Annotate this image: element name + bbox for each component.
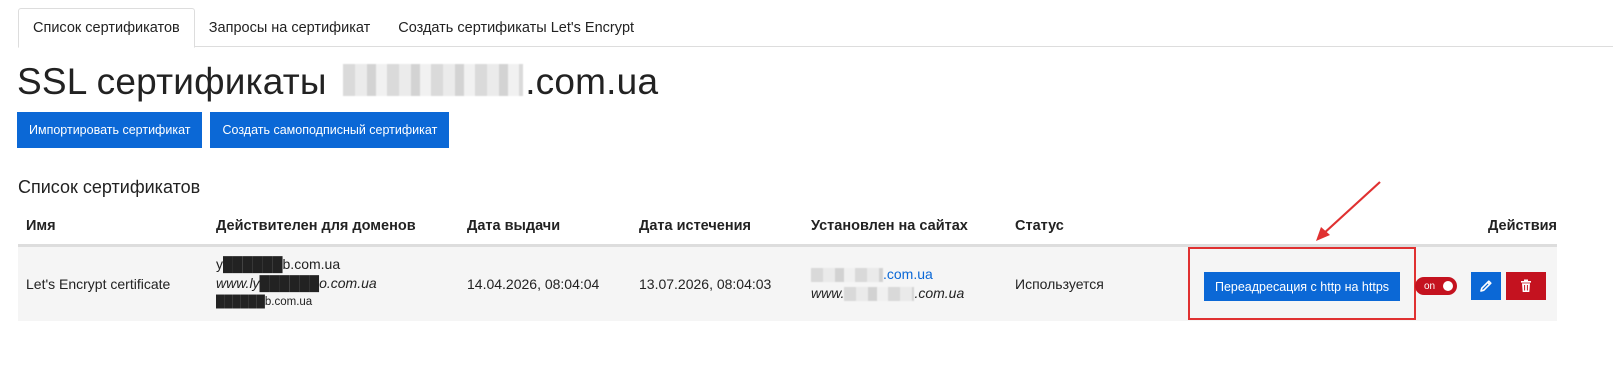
column-header-domains: Действителен для доменов [208,208,459,247]
site-alias-prefix: www. [811,284,845,301]
delete-button[interactable] [1506,272,1546,300]
domain-item: www.ly██████o.com.ua [216,275,377,292]
pencil-icon [1480,280,1492,292]
page-title-row: SSL сертификаты .com.ua [17,60,658,106]
tab-certificate-requests[interactable]: Запросы на сертификат [195,8,384,47]
cell-domains: y██████b.com.ua www.ly██████o.com.ua ███… [208,245,459,321]
site-alias: www. .com.ua [811,284,999,303]
page-title: SSL сертификаты .com.ua [17,61,658,105]
cell-expires: 13.07.2026, 08:04:03 [631,245,803,321]
tab-certificate-list[interactable]: Список сертификатов [18,8,195,48]
edit-button[interactable] [1471,272,1501,300]
annotation-arrow-line [1321,181,1381,236]
cell-sites: .com.ua www. .com.ua [803,245,1007,321]
tab-bar: Список сертификатов Запросы на сертифика… [18,8,1613,48]
annotation-arrow [1316,181,1381,241]
action-buttons: Импортировать сертификат Создать самопод… [17,112,450,148]
column-header-sites: Установлен на сайтах [803,208,1007,247]
section-title: Список сертификатов [18,177,201,197]
column-header-issued: Дата выдачи [459,208,631,247]
site-link[interactable]: .com.ua [811,265,999,284]
certificate-toggle[interactable]: on [1415,277,1457,295]
site-alias-suffix: .com.ua [914,284,965,301]
redirect-http-to-https-button[interactable]: Переадресация с http на https [1204,272,1400,301]
create-self-signed-button[interactable]: Создать самоподписный сертификат [210,112,450,148]
site-link-text[interactable]: .com.ua [883,266,933,282]
domain-item: y██████b.com.ua [216,256,341,273]
column-header-name: Имя [18,208,208,247]
cell-name: Let's Encrypt certificate [18,245,208,321]
column-header-status: Статус [1007,208,1167,247]
trash-icon [1521,279,1531,292]
import-certificate-button[interactable]: Импортировать сертификат [17,112,203,148]
column-header-expires: Дата истечения [631,208,803,247]
cell-issued: 14.04.2026, 08:04:04 [459,245,631,321]
page-title-prefix: SSL сертификаты [17,60,327,102]
page-title-suffix: .com.ua [525,60,659,102]
toggle-knob [1443,281,1453,291]
domain-item: ██████b.com.ua [216,296,313,309]
tab-create-letsencrypt[interactable]: Создать сертификаты Let's Encrypt [384,8,648,47]
redacted-domain [337,63,525,105]
toggle-label: on [1424,280,1436,292]
cell-status: Используется [1007,245,1167,321]
